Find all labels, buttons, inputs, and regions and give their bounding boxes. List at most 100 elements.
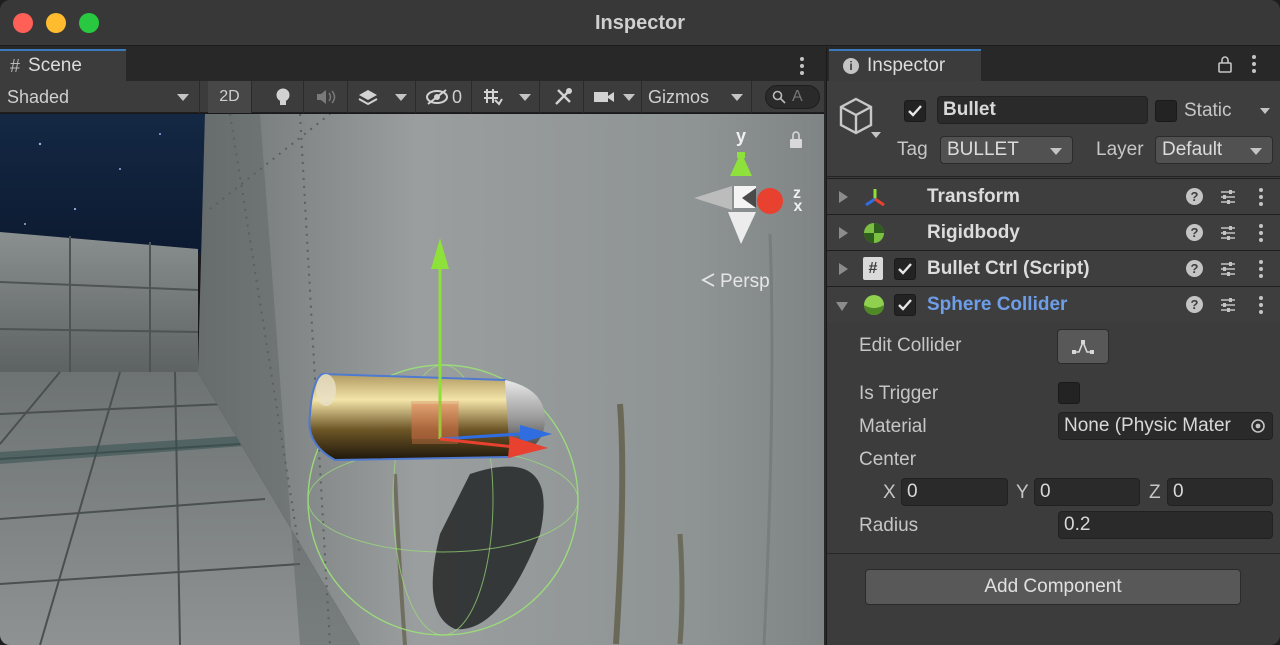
static-label: Static	[1184, 100, 1232, 121]
add-component-button[interactable]: Add Component	[865, 569, 1241, 605]
audio-toggle[interactable]	[304, 81, 348, 113]
scene-panel: # Scene Shaded 2D 0 Gizmos A y z x Persp	[0, 47, 824, 645]
layer-label: Layer	[1096, 139, 1144, 160]
gameobject-cube-icon[interactable]	[839, 97, 873, 135]
preset-sliders-icon[interactable]	[1219, 260, 1237, 278]
help-icon[interactable]: ?	[1186, 296, 1203, 313]
center-x-field[interactable]: 0	[901, 478, 1008, 506]
material-value: None (Physic Mater	[1064, 415, 1231, 436]
transform-icon	[865, 189, 885, 207]
shading-mode-dropdown[interactable]: Shaded	[0, 81, 200, 113]
material-field[interactable]: None (Physic Mater	[1058, 412, 1273, 440]
checkmark-icon	[908, 105, 922, 117]
component-name: Rigidbody	[927, 222, 1020, 243]
component-transform[interactable]: Transform ?	[827, 178, 1280, 214]
scene-render: y z x Persp	[0, 114, 824, 645]
edit-collider-button[interactable]	[1057, 329, 1109, 364]
component-enabled-toggle[interactable]	[894, 258, 916, 280]
expand-arrow-icon[interactable]	[839, 263, 848, 275]
object-picker-icon[interactable]	[1244, 413, 1272, 439]
static-dropdown-icon[interactable]	[1260, 108, 1270, 114]
active-toggle[interactable]	[904, 100, 926, 122]
radius-field[interactable]: 0.2	[1058, 511, 1273, 539]
effects-dropdown[interactable]	[348, 81, 416, 113]
component-enabled-toggle[interactable]	[894, 294, 916, 316]
tools-icon	[554, 88, 572, 105]
tab-inspector[interactable]: i Inspector	[829, 49, 981, 81]
scene-visibility-toggle[interactable]: 0	[416, 81, 472, 113]
lock-icon[interactable]	[790, 139, 802, 148]
radius-label: Radius	[859, 515, 919, 536]
preset-sliders-icon[interactable]	[1219, 224, 1237, 242]
gizmos-label: Gizmos	[648, 86, 710, 107]
scene-more-menu-icon[interactable]	[799, 57, 805, 75]
help-icon[interactable]: ?	[1186, 224, 1203, 241]
tools-toggle[interactable]	[542, 81, 584, 113]
center-z-field[interactable]: 0	[1167, 478, 1273, 506]
gizmo-y-label: y	[736, 126, 746, 146]
grid-snap-dropdown[interactable]	[472, 81, 540, 113]
chevron-down-icon	[1050, 148, 1062, 155]
chevron-down-icon[interactable]	[871, 132, 881, 138]
sphere-collider-icon	[864, 295, 884, 315]
edit-collider-label: Edit Collider	[859, 335, 962, 356]
search-icon	[772, 90, 786, 104]
edit-collider-icon	[1072, 339, 1094, 354]
inspector-body: Bullet Static Tag BULLET Layer Default T…	[827, 81, 1280, 645]
inspector-more-menu-icon[interactable]	[1251, 55, 1257, 73]
static-toggle[interactable]	[1155, 100, 1177, 122]
tab-scene[interactable]: # Scene	[0, 49, 126, 81]
scene-search-input[interactable]: A	[765, 85, 820, 109]
is-trigger-label: Is Trigger	[859, 383, 939, 404]
component-menu-icon[interactable]	[1258, 260, 1264, 278]
component-bullet-ctrl[interactable]: # Bullet Ctrl (Script) ?	[827, 250, 1280, 286]
chevron-down-icon	[622, 93, 635, 101]
component-name: Bullet Ctrl (Script)	[927, 258, 1090, 279]
is-trigger-checkbox[interactable]	[1058, 382, 1080, 404]
grid-hash-icon: #	[10, 55, 21, 76]
object-name-value: Bullet	[943, 99, 996, 120]
expand-arrow-icon[interactable]	[839, 191, 848, 203]
component-menu-icon[interactable]	[1258, 188, 1264, 206]
grid-axis-icon	[483, 89, 503, 106]
component-sphere-collider[interactable]: Sphere Collider ?	[827, 286, 1280, 322]
shading-mode-label: Shaded	[7, 86, 70, 107]
center-z-label: Z	[1149, 482, 1161, 503]
preset-sliders-icon[interactable]	[1219, 296, 1237, 314]
mode-2d-toggle[interactable]: 2D	[208, 81, 252, 113]
camera-dropdown[interactable]	[586, 81, 642, 113]
tag-label: Tag	[897, 139, 928, 160]
center-y-value: 0	[1040, 481, 1051, 502]
window-title: Inspector	[594, 12, 686, 34]
tag-dropdown[interactable]: BULLET	[940, 136, 1073, 164]
component-menu-icon[interactable]	[1258, 224, 1264, 242]
help-icon[interactable]: ?	[1186, 260, 1203, 277]
lightbulb-icon	[276, 88, 289, 105]
chevron-down-icon	[177, 94, 189, 101]
component-name: Transform	[927, 186, 1020, 207]
projection-label[interactable]: Persp	[720, 271, 770, 292]
collapse-arrow-icon[interactable]	[836, 302, 848, 311]
gizmos-dropdown[interactable]: Gizmos	[642, 81, 752, 113]
title-bar: Inspector	[0, 0, 1280, 46]
center-y-field[interactable]: 0	[1034, 478, 1140, 506]
center-label: Center	[859, 449, 917, 470]
component-menu-icon[interactable]	[1258, 296, 1264, 314]
layer-dropdown[interactable]: Default	[1155, 136, 1273, 164]
component-rigidbody[interactable]: Rigidbody ?	[827, 214, 1280, 250]
component-name: Sphere Collider	[927, 294, 1068, 315]
radius-value: 0.2	[1064, 514, 1091, 535]
preset-sliders-icon[interactable]	[1219, 188, 1237, 206]
scene-viewport[interactable]: y z x Persp	[0, 114, 824, 645]
help-icon[interactable]: ?	[1186, 188, 1203, 205]
lock-icon[interactable]	[1218, 55, 1232, 73]
chevron-down-icon	[1250, 148, 1262, 155]
lighting-toggle[interactable]	[262, 81, 304, 113]
speaker-icon	[316, 90, 335, 104]
search-placeholder: A	[792, 88, 803, 105]
layers-icon	[358, 90, 377, 106]
center-y-label: Y	[1016, 482, 1029, 503]
expand-arrow-icon[interactable]	[839, 227, 848, 239]
tab-inspector-label: Inspector	[867, 55, 946, 76]
object-name-field[interactable]: Bullet	[937, 96, 1148, 124]
